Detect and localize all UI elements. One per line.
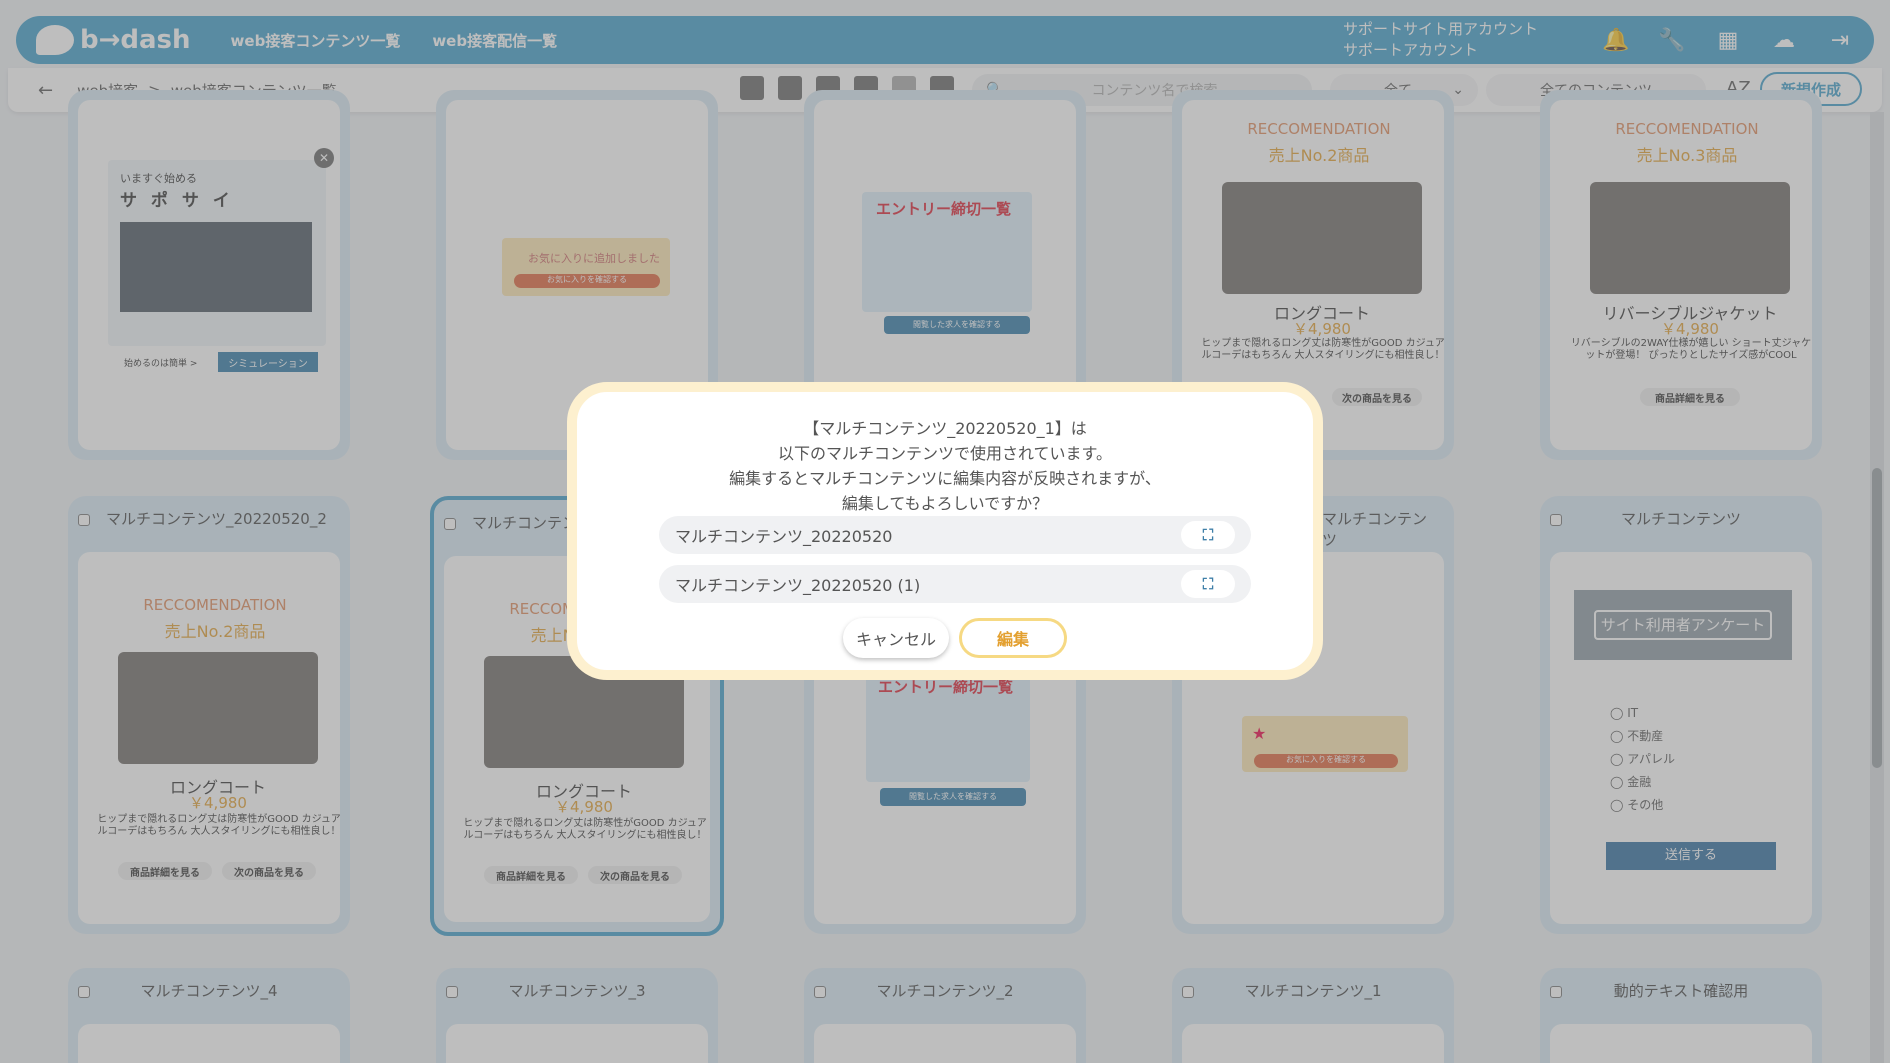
linked-content-name: マルチコンテンツ_20220520 <box>675 527 893 546</box>
dialog-line4: 編集してもよろしいですか？ <box>841 494 1049 513</box>
dialog-line3: 編集するとマルチコンテンツに編集内容が反映されますが、 <box>729 469 1161 488</box>
dialog-line2: 以下のマルチコンテンツで使用されています。 <box>778 444 1112 463</box>
linked-content-name: マルチコンテンツ_20220520 (1) <box>675 576 921 595</box>
expand-icon[interactable]: ⛶ <box>1181 570 1235 598</box>
confirm-edit-dialog: 【マルチコンテンツ_20220520_1】は 以下のマルチコンテンツで使用されて… <box>567 382 1323 680</box>
linked-content-item: マルチコンテンツ_20220520 ⛶ <box>659 516 1251 554</box>
linked-content-item: マルチコンテンツ_20220520 (1) ⛶ <box>659 565 1251 603</box>
dialog-message: 【マルチコンテンツ_20220520_1】は 以下のマルチコンテンツで使用されて… <box>577 416 1313 516</box>
cancel-button[interactable]: キャンセル <box>843 618 949 658</box>
edit-button[interactable]: 編集 <box>959 618 1067 658</box>
expand-icon[interactable]: ⛶ <box>1181 521 1235 549</box>
dialog-line1: 【マルチコンテンツ_20220520_1】は <box>803 419 1087 438</box>
